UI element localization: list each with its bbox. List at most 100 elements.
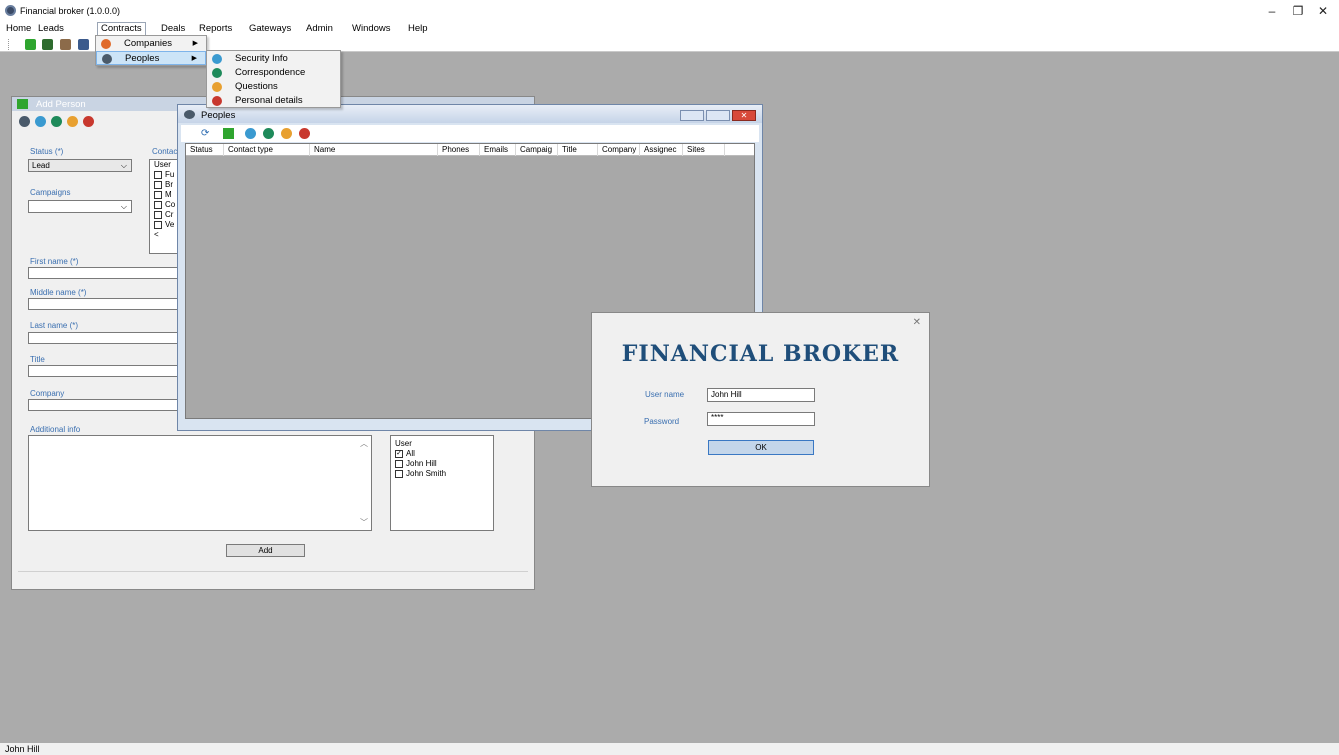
add-person-icon[interactable]	[25, 39, 36, 50]
column-header[interactable]: Status	[186, 144, 224, 156]
menu-contracts[interactable]: Contracts	[97, 22, 146, 36]
checkbox[interactable]	[395, 459, 403, 468]
report-icon[interactable]	[78, 39, 89, 50]
menu-admin[interactable]: Admin	[303, 23, 336, 34]
peoples-icon	[102, 54, 112, 64]
maximize-button[interactable]	[706, 110, 730, 121]
title-bar: Financial broker (1.0.0.0) – ❐ ✕	[0, 0, 1339, 22]
column-header[interactable]: Sites	[683, 144, 725, 156]
list-item[interactable]: Ve	[150, 220, 178, 230]
grid-header: Status Contact type Name Phones Emails C…	[186, 144, 754, 156]
company-icon[interactable]	[42, 39, 53, 50]
menu-item-personal-details[interactable]: Personal details	[207, 94, 340, 108]
scroll-down-icon[interactable]: ﹀	[360, 517, 368, 528]
globe-icon[interactable]	[35, 116, 46, 127]
campaigns-label: Campaigns	[30, 188, 71, 197]
submenu-arrow-icon: ▶	[191, 55, 197, 62]
list-item[interactable]: John Smith	[391, 469, 493, 479]
list-item[interactable]: M	[150, 190, 178, 200]
list-item[interactable]: Co	[150, 200, 178, 210]
password-label: Password	[644, 417, 680, 426]
mail-icon[interactable]	[263, 128, 274, 139]
password-input[interactable]: ****	[707, 412, 815, 426]
mail-icon	[212, 68, 222, 78]
username-input[interactable]: John Hill	[707, 388, 815, 402]
column-header[interactable]: Company	[598, 144, 640, 156]
list-item[interactable]: Cr	[150, 210, 178, 220]
close-button[interactable]: ✕	[913, 317, 921, 328]
companies-icon	[101, 39, 111, 49]
handshake-icon[interactable]	[60, 39, 71, 50]
globe-icon	[212, 54, 222, 64]
question-icon[interactable]	[67, 116, 78, 127]
minimize-button[interactable]	[680, 110, 704, 121]
first-name-label: First name (*)	[30, 257, 79, 266]
scroll-up-icon[interactable]: ︿	[360, 438, 368, 449]
peoples-icon[interactable]	[19, 116, 30, 127]
add-button[interactable]: Add	[226, 544, 305, 557]
globe-icon[interactable]	[245, 128, 256, 139]
middle-name-field[interactable]	[28, 298, 178, 310]
menu-item-security-info[interactable]: Security Info	[207, 52, 340, 66]
scroll-left-icon[interactable]: <	[150, 230, 178, 240]
menu-item-peoples[interactable]: Peoples ▶	[96, 51, 206, 65]
additional-info-textarea[interactable]: ︿ ﹀	[28, 435, 372, 531]
last-name-label: Last name (*)	[30, 321, 79, 330]
menu-item-companies[interactable]: Companies ▶	[96, 37, 206, 51]
minimize-button[interactable]: –	[1262, 3, 1282, 19]
title-field[interactable]	[28, 365, 178, 377]
app-icon	[5, 5, 16, 16]
checkbox-checked[interactable]: ✓	[395, 449, 403, 458]
column-header[interactable]: Emails	[480, 144, 516, 156]
mail-icon[interactable]	[51, 116, 62, 127]
title-label: Title	[30, 355, 45, 364]
campaigns-select[interactable]: ⌵	[28, 200, 132, 213]
column-header[interactable]: Contact type	[224, 144, 310, 156]
menu-home[interactable]: Home	[3, 23, 34, 34]
chevron-down-icon: ⌵	[120, 161, 127, 170]
column-header[interactable]: Campaig	[516, 144, 558, 156]
user-list[interactable]: User ✓ All John Hill John Smith	[390, 435, 494, 531]
id-card-icon	[212, 96, 222, 106]
current-user: John Hill	[5, 744, 40, 754]
submenu-arrow-icon: ▶	[192, 40, 198, 47]
last-name-field[interactable]	[28, 332, 178, 344]
close-button[interactable]: ✕	[732, 110, 756, 121]
menu-windows[interactable]: Windows	[349, 23, 394, 34]
toolbar-grip[interactable]	[8, 39, 9, 50]
menu-leads[interactable]: Leads	[35, 23, 67, 34]
menu-help[interactable]: Help	[405, 23, 431, 34]
login-dialog: ✕ FINANCIAL BROKER User name John Hill P…	[591, 312, 930, 487]
menu-item-correspondence[interactable]: Correspondence	[207, 66, 340, 80]
add-person-icon[interactable]	[223, 128, 234, 139]
list-item[interactable]: Fu	[150, 170, 178, 180]
additional-info-label: Additional info	[30, 425, 81, 434]
close-button[interactable]: ✕	[1313, 3, 1333, 19]
contracts-dropdown: Companies ▶ Peoples ▶	[95, 35, 207, 66]
checkbox[interactable]	[395, 469, 403, 478]
list-item[interactable]: Br	[150, 180, 178, 190]
column-header[interactable]: Name	[310, 144, 438, 156]
menu-deals[interactable]: Deals	[158, 23, 188, 34]
peoples-submenu: Security Info Correspondence Questions P…	[206, 50, 341, 108]
first-name-field[interactable]	[28, 267, 178, 279]
username-label: User name	[645, 390, 685, 399]
maximize-button[interactable]: ❐	[1288, 3, 1308, 19]
company-field[interactable]	[28, 399, 178, 411]
menu-reports[interactable]: Reports	[196, 23, 235, 34]
column-header[interactable]: Title	[558, 144, 598, 156]
status-select[interactable]: Lead ⌵	[28, 159, 132, 172]
question-icon[interactable]	[281, 128, 292, 139]
ok-button[interactable]: OK	[708, 440, 814, 455]
refresh-icon[interactable]: ⟳	[201, 128, 209, 139]
column-header[interactable]: Assignec	[640, 144, 683, 156]
menu-gateways[interactable]: Gateways	[246, 23, 294, 34]
list-item[interactable]: ✓ All	[391, 449, 493, 459]
contact-type-list[interactable]: User Fu Br M Co Cr Ve <	[149, 159, 179, 254]
id-card-icon[interactable]	[83, 116, 94, 127]
middle-name-label: Middle name (*)	[30, 288, 87, 297]
list-item[interactable]: John Hill	[391, 459, 493, 469]
column-header[interactable]: Phones	[438, 144, 480, 156]
id-card-icon[interactable]	[299, 128, 310, 139]
menu-item-questions[interactable]: Questions	[207, 80, 340, 94]
